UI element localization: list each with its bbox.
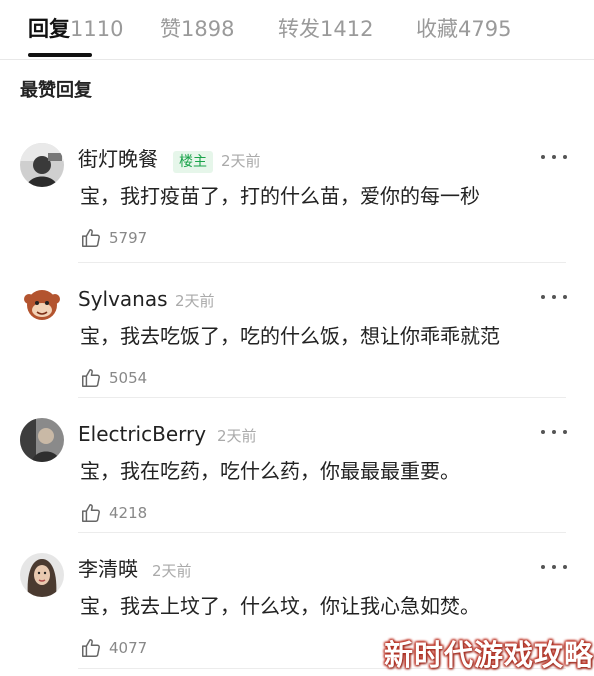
divider	[78, 532, 566, 533]
thumbs-up-icon	[82, 639, 100, 657]
tab-likes-count: 1898	[181, 17, 235, 41]
like-count: 4077	[109, 639, 148, 657]
like-count: 5054	[109, 369, 148, 387]
tab-reposts-count: 1412	[320, 17, 374, 41]
tab-replies-label: 回复	[28, 17, 70, 41]
tab-replies[interactable]: 回复1110	[28, 14, 123, 44]
active-tab-indicator	[28, 53, 92, 57]
avatar[interactable]	[20, 283, 64, 327]
section-title: 最赞回复	[20, 80, 92, 101]
like-button[interactable]: 4218	[80, 500, 147, 526]
comment-text: 宝，我打疫苗了，打的什么苗，爱你的每一秒	[80, 184, 480, 208]
like-button[interactable]: 4077	[80, 635, 147, 661]
tab-favorites[interactable]: 收藏4795	[416, 14, 511, 44]
page: 回复1110 赞1898 转发1412 收藏4795 最赞回复 街灯晚餐 楼主 …	[0, 0, 594, 676]
user-name[interactable]: ElectricBerry	[78, 420, 206, 448]
timestamp: 2天前	[175, 292, 215, 310]
comment-text: 宝，我去吃饭了，吃的什么饭，想让你乖乖就范	[80, 324, 500, 348]
author-badge: 楼主	[173, 151, 213, 173]
watermark: 新时代游戏攻略	[384, 638, 594, 672]
comment-item: 街灯晚餐 楼主 2天前 宝，我打疫苗了，打的什么苗，爱你的每一秒 5797	[0, 143, 594, 263]
divider	[78, 262, 566, 263]
user-name[interactable]: 李清暎	[78, 555, 138, 583]
avatar[interactable]	[20, 553, 64, 597]
tab-favorites-count: 4795	[458, 17, 512, 41]
comment-item: ElectricBerry 2天前 宝，我在吃药，吃什么药，你最最最重要。 42…	[0, 418, 594, 533]
timestamp: 2天前	[221, 152, 261, 170]
tab-favorites-label: 收藏	[416, 17, 458, 41]
tab-likes-label: 赞	[160, 17, 181, 41]
like-button[interactable]: 5797	[80, 225, 147, 251]
more-options-icon[interactable]	[541, 285, 567, 309]
tab-reposts[interactable]: 转发1412	[278, 14, 373, 44]
more-options-icon[interactable]	[541, 555, 567, 579]
comment-item: Sylvanas 2天前 宝，我去吃饭了，吃的什么饭，想让你乖乖就范 5054	[0, 283, 594, 398]
more-options-icon[interactable]	[541, 145, 567, 169]
thumbs-up-icon	[82, 369, 100, 387]
divider	[78, 397, 566, 398]
more-options-icon[interactable]	[541, 420, 567, 444]
avatar[interactable]	[20, 143, 64, 187]
like-button[interactable]: 5054	[80, 365, 147, 391]
comment-text: 宝，我在吃药，吃什么药，你最最最重要。	[80, 459, 460, 483]
user-name[interactable]: Sylvanas	[78, 285, 168, 313]
tab-reposts-label: 转发	[278, 17, 320, 41]
tab-likes[interactable]: 赞1898	[160, 14, 234, 44]
thumbs-up-icon	[82, 504, 100, 522]
like-count: 4218	[109, 504, 148, 522]
timestamp: 2天前	[152, 562, 192, 580]
tab-replies-count: 1110	[70, 17, 124, 41]
tab-bar: 回复1110 赞1898 转发1412 收藏4795	[0, 0, 594, 60]
thumbs-up-icon	[82, 229, 100, 247]
avatar[interactable]	[20, 418, 64, 462]
timestamp: 2天前	[217, 427, 257, 445]
like-count: 5797	[109, 229, 148, 247]
user-name[interactable]: 街灯晚餐	[78, 145, 158, 173]
comment-text: 宝，我去上坟了，什么坟，你让我心急如焚。	[80, 594, 480, 618]
